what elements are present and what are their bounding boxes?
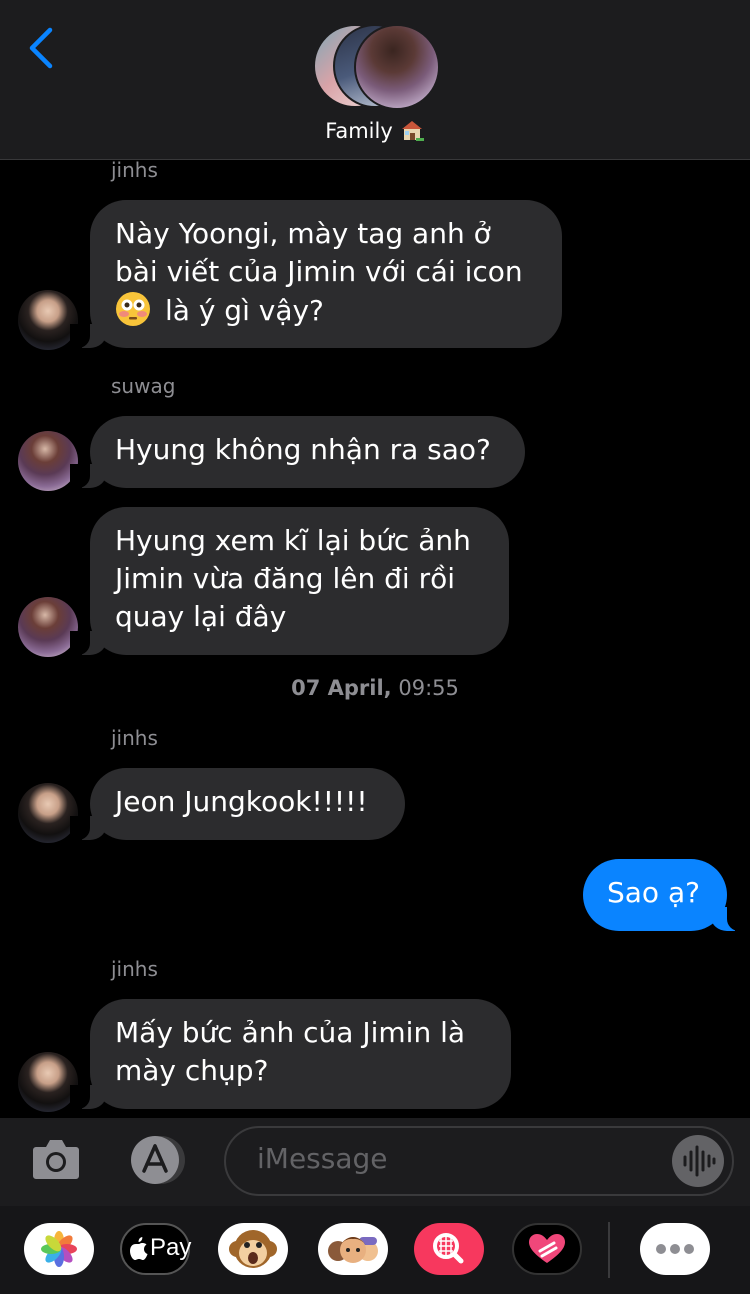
apple-pay-label: Pay: [150, 1234, 192, 1261]
timestamp-time: 09:55: [398, 676, 459, 700]
app-drawer-divider: [608, 1222, 610, 1278]
message-input-bar: iMessage: [0, 1118, 750, 1206]
message-text: Jeon Jungkook!!!!!: [115, 785, 368, 818]
more-icon[interactable]: [640, 1223, 710, 1275]
sender-avatar[interactable]: [18, 597, 78, 657]
message-text: Mấy bức ảnh của Jimin là: [115, 1016, 466, 1049]
app-store-icon[interactable]: [125, 1135, 191, 1185]
sender-avatar[interactable]: [18, 1052, 78, 1112]
sender-avatar[interactable]: [18, 290, 78, 350]
imessage-input[interactable]: iMessage: [224, 1126, 734, 1196]
sender-name: suwag: [111, 374, 176, 398]
message-text: Sao ạ?: [607, 876, 700, 909]
app-drawer: Pay: [0, 1206, 750, 1294]
apple-pay-icon[interactable]: Pay: [120, 1223, 192, 1275]
message-text: Này Yoongi, mày tag anh ở: [115, 217, 491, 250]
back-chevron-icon[interactable]: [24, 26, 64, 70]
conversation-title-text: Family: [325, 119, 393, 143]
image-search-icon[interactable]: [414, 1223, 484, 1275]
audio-waveform-icon[interactable]: [672, 1135, 724, 1187]
message-text: là ý gì vậy?: [165, 294, 324, 327]
message-text: quay lại đây: [115, 600, 287, 633]
timestamp-day: 07 April,: [291, 676, 392, 700]
flushed-face-emoji-icon: [115, 291, 151, 327]
digital-touch-icon[interactable]: [512, 1223, 582, 1275]
message-text: Hyung không nhận ra sao?: [115, 433, 491, 466]
sender-name: jinhs: [111, 957, 158, 981]
memoji-icon[interactable]: [318, 1223, 388, 1275]
conversation-header: Family: [0, 0, 750, 160]
group-avatar-stack[interactable]: [313, 22, 443, 110]
message-bubble[interactable]: Hyung không nhận ra sao?: [70, 416, 525, 488]
imessage-placeholder: iMessage: [257, 1142, 388, 1175]
sender-avatar[interactable]: [18, 783, 78, 843]
sender-name: jinhs: [111, 158, 158, 182]
house-emoji-icon: [399, 118, 425, 142]
camera-icon[interactable]: [31, 1135, 81, 1183]
sender-name: jinhs: [111, 726, 158, 750]
conversation-title[interactable]: Family: [0, 118, 750, 143]
message-bubble[interactable]: Jeon Jungkook!!!!!: [70, 768, 405, 840]
group-member-avatar: [354, 24, 440, 110]
message-text: mày chụp?: [115, 1054, 269, 1087]
message-bubble[interactable]: Hyung xem kĩ lại bức ảnh Jimin vừa đăng …: [70, 507, 509, 655]
message-text: Hyung xem kĩ lại bức ảnh: [115, 524, 471, 557]
message-bubble[interactable]: Mấy bức ảnh của Jimin là mày chụp?: [70, 999, 511, 1109]
photos-icon[interactable]: [24, 1223, 94, 1275]
outgoing-message-bubble[interactable]: Sao ạ?: [583, 859, 747, 931]
message-text: Jimin vừa đăng lên đi rồi: [115, 562, 455, 595]
message-text: bài viết của Jimin với cái icon: [115, 255, 523, 288]
monkey-sticker-icon[interactable]: [218, 1223, 288, 1275]
message-bubble[interactable]: Này Yoongi, mày tag anh ở bài viết của J…: [70, 200, 562, 348]
sender-avatar[interactable]: [18, 431, 78, 491]
message-timestamp: 07 April, 09:55: [0, 676, 750, 700]
